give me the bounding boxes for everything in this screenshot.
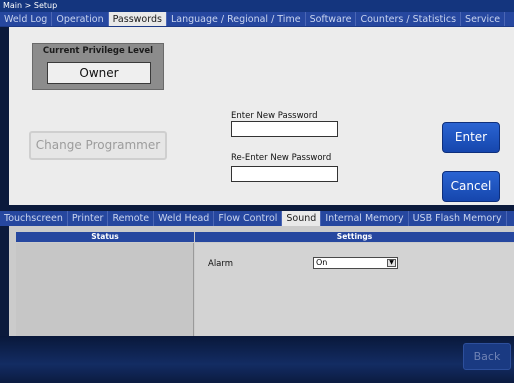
tab-weld-head[interactable]: Weld Head: [154, 211, 215, 226]
tab-remote[interactable]: Remote: [108, 211, 155, 226]
new-password-label: Enter New Password: [231, 111, 318, 121]
tab-counters-statistics[interactable]: Counters / Statistics: [356, 12, 462, 26]
tab-flow-control[interactable]: Flow Control: [214, 211, 283, 226]
enter-button[interactable]: Enter: [442, 122, 500, 153]
tab-printer[interactable]: Printer: [68, 211, 109, 226]
alarm-select[interactable]: On ▼: [313, 257, 398, 269]
reenter-password-label: Re-Enter New Password: [231, 153, 332, 163]
privilege-level-box: Current Privilege Level Owner: [32, 43, 164, 90]
privilege-level-label: Current Privilege Level: [42, 46, 154, 56]
tab-touchscreen[interactable]: Touchscreen: [0, 211, 68, 226]
status-column-header: Status: [16, 232, 194, 242]
change-programmer-button[interactable]: Change Programmer: [29, 131, 167, 160]
settings-column-header: Settings: [195, 232, 514, 242]
tab-passwords[interactable]: Passwords: [108, 12, 167, 26]
back-button[interactable]: Back: [463, 343, 511, 370]
tab-usb-flash-memory[interactable]: USB Flash Memory: [409, 211, 507, 226]
new-password-input[interactable]: [231, 121, 338, 137]
tab-sound[interactable]: Sound: [282, 211, 322, 226]
privilege-level-value: Owner: [47, 62, 151, 84]
footer-bar: [0, 336, 514, 383]
tab-operation[interactable]: Operation: [52, 12, 109, 26]
tab-software[interactable]: Software: [306, 12, 357, 26]
tab-language-regional-time[interactable]: Language / Regional / Time: [167, 12, 306, 26]
breadcrumb: Main > Setup: [0, 0, 514, 12]
dropdown-arrow-icon[interactable]: ▼: [387, 259, 396, 267]
status-area: [16, 243, 194, 336]
tab-service[interactable]: Service: [461, 12, 506, 26]
cancel-button[interactable]: Cancel: [442, 171, 500, 202]
tab-weld-log[interactable]: Weld Log: [0, 12, 53, 26]
alarm-select-value: On: [316, 258, 328, 267]
alarm-label: Alarm: [208, 259, 234, 269]
setup-tab-bar: Weld Log Operation Passwords Language / …: [0, 12, 514, 27]
tab-internal-memory[interactable]: Internal Memory: [321, 211, 409, 226]
hardware-tab-bar: Touchscreen Printer Remote Weld Head Flo…: [0, 211, 514, 226]
reenter-password-input[interactable]: [231, 166, 338, 182]
